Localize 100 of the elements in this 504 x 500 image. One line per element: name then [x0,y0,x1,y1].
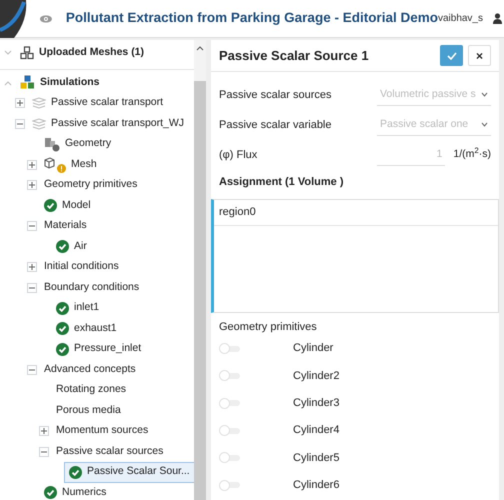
tree-label: Materials [44,218,87,234]
scroll-up-icon[interactable] [196,45,204,51]
toggle-switch[interactable] [219,370,240,382]
check-circle-icon [44,199,57,212]
expand-toggle[interactable] [27,180,37,190]
check-circle-icon [56,302,69,315]
tree-label: Advanced concepts [44,362,136,377]
expand-toggle[interactable] [27,262,37,272]
list-item[interactable]: region0 [214,200,498,226]
tree-item[interactable]: Rotating zones [52,380,130,400]
cubes-icon [20,46,34,60]
tree-item[interactable]: Uploaded Meshes (1) [16,43,148,64]
tree-item[interactable]: Mesh [40,154,101,175]
tree-item[interactable]: Air [52,236,91,257]
collapse-toggle[interactable] [27,221,37,232]
tree-label: Simulations [40,74,100,90]
toggle-switch[interactable] [219,479,240,492]
project-title: Pollutant Extraction from Parking Garage - Editorial Demo [66,9,438,28]
tree-label: Passive scalar sources [56,444,164,459]
tree-item[interactable]: Porous media [52,400,125,421]
field-label: (φ) Flux [219,148,258,163]
eye-icon[interactable] [40,12,52,24]
geometry-icon [44,136,60,152]
tree-item[interactable]: Geometry [40,134,116,154]
primitive-label: Cylinder4 [293,423,340,438]
confirm-button[interactable] [440,45,463,66]
toggle-switch[interactable] [219,424,240,437]
tree-item[interactable]: Geometry primitives [40,175,142,196]
tree-label: Porous media [56,402,121,418]
layers-icon [32,118,46,130]
user-icon[interactable] [493,13,502,24]
plus-icon [41,428,47,434]
tree-item[interactable]: Model [40,196,95,216]
primitive-label: Cylinder2 [293,368,340,384]
tree-label: Initial conditions [44,259,119,274]
plus-icon [29,182,35,188]
tree-label: Rotating zones [56,382,126,398]
minus-icon [29,284,35,291]
tree-item[interactable]: Passive scalar transport [28,93,168,114]
plus-icon [29,162,35,168]
toggle-switch[interactable] [219,397,240,410]
close-button[interactable]: × [468,45,491,66]
collapse-toggle[interactable] [15,118,25,129]
toggle-switch[interactable] [219,342,240,355]
minus-icon [41,448,47,455]
check-circle-icon [56,342,69,356]
unit-label: 1/(m$^{2}$·s) [453,147,491,162]
primitive-label: Cylinder [293,341,334,356]
chevron-down-icon [481,122,488,127]
minus-icon [29,223,35,230]
tree-item[interactable]: inlet1 [52,298,104,318]
assignment-heading: Assignment (1 Volume ) [219,175,344,190]
toggle-switch[interactable] [219,452,240,464]
panel-title: Passive Scalar Source 1 [219,46,369,65]
tree-label: Uploaded Meshes (1) [39,45,144,60]
tree-label: Air [74,238,87,254]
primitive-label: Cylinder5 [293,450,340,466]
tree-item[interactable]: Advanced concepts [40,360,140,380]
tree-item[interactable]: Boundary conditions [40,278,144,298]
user-name[interactable]: vaibhav_s [438,11,483,26]
tree-label: Numerics [62,484,106,500]
tree-item[interactable]: Numerics [40,482,110,500]
check-circle-icon [56,322,69,336]
tree-label: exhaust1 [74,320,117,336]
tree-item[interactable]: Passive scalar sources [52,442,168,462]
expand-toggle[interactable] [15,98,25,108]
section-heading: Geometry primitives [219,320,318,334]
cubes-icon [20,75,35,90]
tree-item[interactable]: Simulations [16,72,104,93]
tree-label: Passive scalar transport_WJ [51,116,184,131]
tree-label: Model [62,198,91,213]
layers-icon [32,97,46,110]
tree-label: inlet1 [74,300,100,316]
minus-icon [29,366,35,373]
collapse-toggle[interactable] [27,364,37,375]
collapse-toggle[interactable] [27,282,37,293]
tree-label: Passive scalar transport [51,95,164,110]
tree-item[interactable]: Pressure_inlet [52,339,146,360]
plus-icon [29,264,35,270]
tree-item[interactable]: Passive Scalar Sour... [64,462,194,482]
tree-item[interactable]: Materials [40,216,91,236]
collapse-toggle[interactable] [39,446,49,457]
minus-icon [17,120,23,127]
primitive-label: Cylinder3 [293,396,340,411]
plus-icon [17,100,23,106]
tree-label: Mesh [71,156,97,172]
expand-toggle[interactable] [27,160,37,170]
tree-item[interactable]: Initial conditions [40,257,123,278]
field-label: Passive scalar sources [219,88,332,103]
tree-label: Pressure_inlet [74,341,142,356]
tree-label: Geometry primitives [44,177,138,192]
tree-item[interactable]: Momentum sources [52,421,152,442]
logo-icon [0,0,28,38]
chevron-down-icon [481,92,488,97]
tree-item[interactable]: exhaust1 [52,318,121,339]
tree-label: Passive Scalar Sour... [87,464,190,480]
primitive-label: Cylinder6 [293,478,340,493]
expand-toggle[interactable] [39,426,49,436]
assignment-list[interactable]: region0 [211,198,499,312]
tree-item[interactable]: Passive scalar transport_WJ [28,114,188,134]
